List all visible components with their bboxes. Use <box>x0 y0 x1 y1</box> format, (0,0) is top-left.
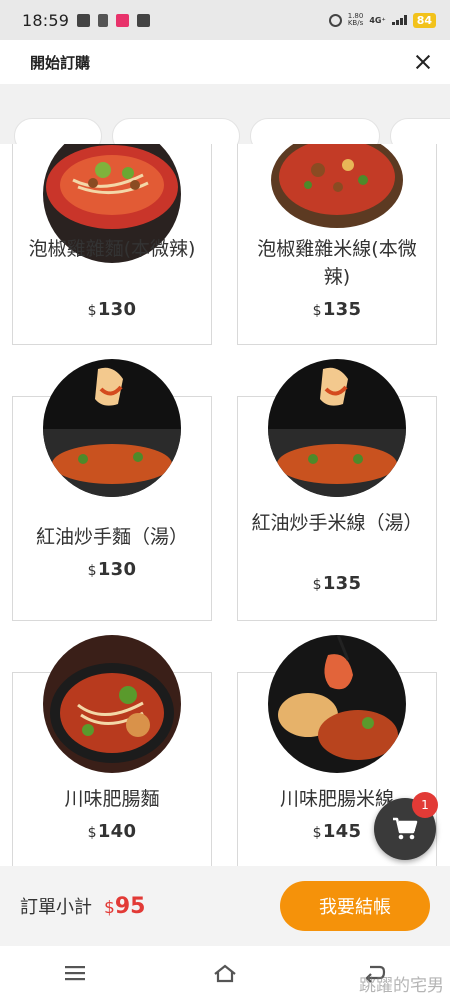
notification-icon <box>77 13 91 27</box>
currency-symbol: $ <box>312 825 322 841</box>
page-title: 開始訂購 <box>30 53 91 72</box>
subtotal-label: 訂單小計 <box>20 897 92 918</box>
category-tab[interactable] <box>250 118 380 144</box>
signal-icon <box>391 15 407 25</box>
order-footer: 訂單小計 $95 我要結帳 <box>0 866 450 946</box>
category-tab[interactable] <box>390 118 450 144</box>
currency-symbol: $ <box>104 897 115 918</box>
currency-symbol: $ <box>312 577 322 593</box>
product-image <box>268 359 406 497</box>
cart-count-badge: 1 <box>412 792 438 818</box>
checkout-button[interactable]: 我要結帳 <box>280 881 430 931</box>
network-type: 4G⁺ <box>369 15 386 25</box>
product-price: $130 <box>13 559 211 580</box>
product-price: $135 <box>238 299 436 320</box>
watermark: 跳躍的宅男 <box>359 976 444 996</box>
price-value: 135 <box>322 299 362 320</box>
menu-icon[interactable] <box>55 953 95 993</box>
status-bar: 18:59 1.80 KB/s 4G⁺ 84 <box>0 0 450 40</box>
home-icon[interactable] <box>205 953 245 993</box>
status-time: 18:59 <box>22 10 70 30</box>
subtotal-value: 95 <box>114 893 146 919</box>
price-value: 135 <box>322 573 362 594</box>
price-value: 145 <box>322 821 362 842</box>
product-card[interactable]: 紅油炒手麵（湯） $130 <box>12 359 212 621</box>
currency-symbol: $ <box>87 303 97 319</box>
product-name: 紅油炒手米線（湯） <box>251 512 423 534</box>
app-notification-icon <box>116 13 130 27</box>
currency-symbol: $ <box>312 303 322 319</box>
price-value: 140 <box>97 821 137 842</box>
hourglass-icon <box>98 13 109 27</box>
net-speed: 1.80 KB/s <box>348 13 364 27</box>
product-image <box>268 635 406 773</box>
alarm-icon <box>328 13 342 27</box>
price-value: 130 <box>97 299 137 320</box>
product-card[interactable]: 紅油炒手米線（湯） $135 <box>237 359 437 621</box>
order-header: 開始訂購 <box>0 40 450 84</box>
square-notification-icon <box>137 13 151 27</box>
close-icon[interactable] <box>412 51 434 73</box>
product-grid: 泡椒雞雜麵(本微辣) $130 泡椒雞雜米線(本微辣) $135 紅油炒手麵（湯… <box>0 144 450 866</box>
category-tab[interactable] <box>112 118 240 144</box>
cart-button[interactable]: 1 <box>374 792 438 860</box>
subtotal-amount: $95 <box>104 894 145 919</box>
net-speed-unit: KB/s <box>347 19 364 27</box>
category-tab[interactable] <box>14 118 102 144</box>
battery-indicator: 84 <box>412 12 436 28</box>
cart-icon <box>393 817 418 840</box>
product-image <box>43 359 181 497</box>
product-image <box>43 635 181 773</box>
product-card[interactable]: 泡椒雞雜麵(本微辣) $130 <box>12 144 212 345</box>
product-name: 泡椒雞雜麵(本微辣) <box>28 238 196 260</box>
category-bar <box>0 84 450 144</box>
product-price: $135 <box>238 573 436 594</box>
price-value: 130 <box>97 559 137 580</box>
product-card[interactable]: 川味肥腸麵 $140 <box>12 635 212 866</box>
currency-symbol: $ <box>87 563 97 579</box>
product-price: $140 <box>13 821 211 842</box>
product-name: 泡椒雞雜米線(本微辣) <box>257 238 417 288</box>
currency-symbol: $ <box>87 825 97 841</box>
product-card[interactable]: 泡椒雞雜米線(本微辣) $135 <box>237 144 437 345</box>
product-name: 川味肥腸麵 <box>64 788 160 810</box>
product-name: 紅油炒手麵（湯） <box>35 526 188 548</box>
product-price: $130 <box>13 299 211 320</box>
